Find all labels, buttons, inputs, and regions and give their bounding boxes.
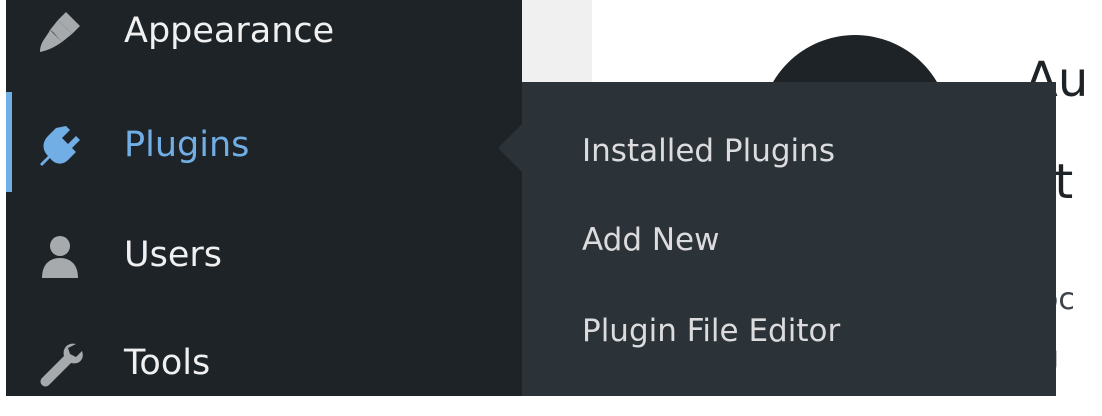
submenu-item-installed-plugins[interactable]: Installed Plugins bbox=[582, 133, 835, 169]
submenu-item-plugin-file-editor[interactable]: Plugin File Editor bbox=[582, 313, 840, 349]
active-indicator bbox=[6, 92, 12, 192]
sidebar-item-label: Plugins bbox=[124, 125, 250, 165]
user-icon bbox=[42, 236, 78, 278]
content-background bbox=[522, 0, 592, 84]
submenu-pointer bbox=[498, 124, 522, 172]
sidebar-item-tools[interactable]: Tools bbox=[6, 316, 522, 416]
sidebar-item-label: Appearance bbox=[124, 11, 335, 51]
sidebar-item-label: Users bbox=[124, 235, 223, 275]
paintbrush-icon bbox=[40, 12, 80, 52]
sidebar-item-label: Tools bbox=[124, 343, 211, 383]
plugin-icon bbox=[40, 126, 80, 166]
submenu-item-add-new[interactable]: Add New bbox=[582, 222, 720, 258]
sidebar-item-plugins[interactable]: Plugins bbox=[6, 92, 522, 192]
sidebar-item-users[interactable]: Users bbox=[6, 204, 522, 304]
wrench-icon bbox=[40, 343, 83, 387]
sidebar-item-appearance[interactable]: Appearance bbox=[6, 0, 522, 84]
